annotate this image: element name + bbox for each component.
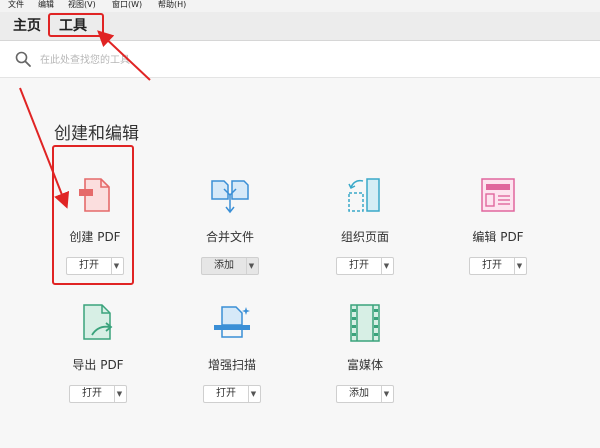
tab-home[interactable]: 主页 — [13, 16, 41, 36]
rich-media-icon — [350, 304, 380, 342]
create-pdf-annotation-box — [52, 145, 134, 285]
chevron-down-icon[interactable]: ▼ — [380, 386, 393, 402]
open-dropdown-button[interactable]: 打开 ▼ — [469, 257, 527, 275]
organize-pages-icon — [348, 178, 380, 212]
tool-rich-media[interactable]: 富媒体 添加 ▼ — [310, 303, 420, 403]
chevron-down-icon[interactable]: ▼ — [113, 386, 126, 402]
button-label[interactable]: 打开 — [204, 386, 249, 402]
menu-bar: 文件 编辑 视图(V) 窗口(W) 帮助(H) — [0, 0, 600, 12]
tool-label: 编辑 PDF — [472, 230, 524, 244]
button-label[interactable]: 添加 — [337, 386, 382, 402]
button-label[interactable]: 添加 — [202, 258, 247, 274]
tool-label: 组织页面 — [340, 230, 389, 244]
chevron-down-icon[interactable]: ▼ — [245, 258, 258, 274]
tool-combine-files[interactable]: 合并文件 添加 ▼ — [175, 175, 285, 275]
tool-label: 富媒体 — [346, 358, 383, 372]
tab-tools[interactable]: 工具 — [59, 16, 87, 36]
tool-export-pdf[interactable]: 导出 PDF 打开 ▼ — [43, 303, 153, 403]
tab-bar: 主页 工具 — [0, 12, 600, 41]
button-label[interactable]: 打开 — [470, 258, 515, 274]
open-dropdown-button[interactable]: 打开 ▼ — [69, 385, 127, 403]
chevron-down-icon[interactable]: ▼ — [247, 386, 260, 402]
menu-view[interactable]: 视图(V) — [68, 0, 96, 10]
open-dropdown-button[interactable]: 打开 ▼ — [203, 385, 261, 403]
menu-file[interactable]: 文件 — [8, 0, 24, 10]
section-title: 创建和编辑 — [54, 124, 139, 144]
tool-organize-pages[interactable]: 组织页面 打开 ▼ — [310, 175, 420, 275]
add-dropdown-button[interactable]: 添加 ▼ — [336, 385, 394, 403]
add-dropdown-button[interactable]: 添加 ▼ — [201, 257, 259, 275]
combine-files-icon — [211, 180, 249, 214]
open-dropdown-button[interactable]: 打开 ▼ — [336, 257, 394, 275]
tool-search-bar — [0, 41, 600, 78]
button-label[interactable]: 打开 — [337, 258, 382, 274]
button-label[interactable]: 打开 — [70, 386, 115, 402]
search-icon — [15, 51, 31, 67]
tool-enhance-scan[interactable]: 增强扫描 打开 ▼ — [177, 303, 287, 403]
tool-search-input[interactable] — [38, 50, 342, 70]
export-pdf-icon — [83, 304, 113, 340]
tool-label: 导出 PDF — [72, 358, 124, 372]
tool-label: 合并文件 — [205, 230, 254, 244]
enhance-scan-icon — [214, 306, 250, 338]
menu-edit[interactable]: 编辑 — [38, 0, 54, 10]
menu-window[interactable]: 窗口(W) — [112, 0, 142, 10]
tool-edit-pdf[interactable]: 编辑 PDF 打开 ▼ — [443, 175, 553, 275]
tool-label: 增强扫描 — [207, 358, 256, 372]
edit-pdf-icon — [481, 178, 515, 212]
chevron-down-icon[interactable]: ▼ — [513, 258, 526, 274]
chevron-down-icon[interactable]: ▼ — [380, 258, 393, 274]
menu-help[interactable]: 帮助(H) — [158, 0, 186, 10]
